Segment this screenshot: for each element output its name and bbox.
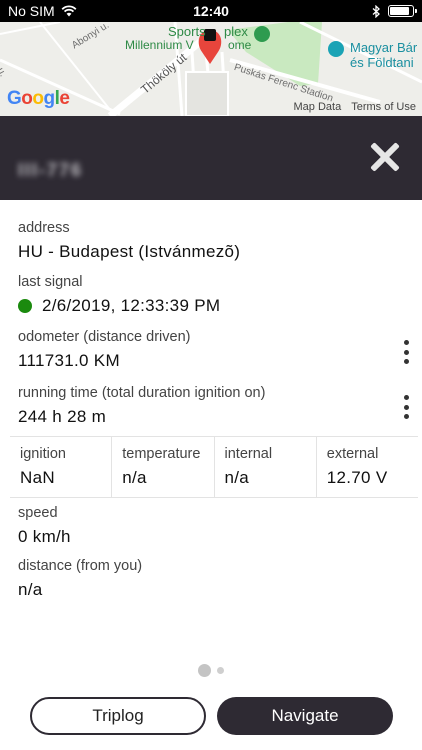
status-bar: No SIM 12:40 — [0, 0, 422, 22]
running-time-field: running time (total duration ignition on… — [18, 385, 412, 427]
external-cell: external 12.70 V — [315, 437, 418, 497]
speed-label: speed — [18, 505, 58, 521]
map-view[interactable]: Sports plex Millennium V ome Magyar Bár … — [0, 22, 422, 116]
distance-field: distance (from you) n/a — [18, 558, 412, 600]
page-indicator — [0, 664, 422, 677]
page-dot-active[interactable] — [198, 664, 211, 677]
map-label-millennium: Millennium V — [125, 38, 194, 52]
triplog-button[interactable]: Triplog — [30, 697, 206, 735]
navigate-button[interactable]: Navigate — [217, 697, 393, 735]
external-label: external — [326, 446, 379, 462]
distance-value: n/a — [18, 580, 43, 599]
running-time-label: running time (total duration ignition on… — [18, 385, 266, 401]
page-dot[interactable] — [217, 667, 224, 674]
ignition-cell: ignition NaN — [10, 437, 111, 497]
map-label-millennium-end: ome — [228, 38, 252, 52]
running-time-more-icon[interactable] — [402, 395, 410, 419]
sensor-grid: ignition NaN temperature n/a internal n/… — [10, 436, 418, 498]
odometer-value: 111731.0 KM — [18, 351, 120, 370]
running-time-value: 244 h 28 m — [18, 407, 107, 426]
close-icon[interactable] — [370, 142, 400, 172]
ignition-label: ignition — [20, 446, 66, 462]
signal-status-dot — [18, 299, 32, 313]
temperature-value: n/a — [122, 468, 147, 487]
bluetooth-icon — [372, 4, 380, 18]
external-value: 12.70 V — [326, 468, 388, 487]
ignition-value: NaN — [20, 468, 55, 487]
last-signal-value: 2/6/2019, 12:33:39 PM — [42, 296, 221, 315]
status-right — [372, 4, 417, 18]
status-left: No SIM — [8, 3, 77, 19]
last-signal-field: last signal 2/6/2019, 12:33:39 PM — [18, 274, 412, 316]
internal-label: internal — [224, 446, 273, 462]
map-label-foldtani: és Földtani — [350, 55, 414, 70]
map-label-magyar: Magyar Bár — [350, 40, 418, 55]
odometer-more-icon[interactable] — [402, 340, 410, 364]
battery-icon — [388, 5, 417, 17]
odometer-field: odometer (distance driven) 111731.0 KM — [18, 329, 412, 371]
terms-of-use-link[interactable]: Terms of Use — [351, 101, 416, 113]
google-logo: Google — [7, 88, 70, 109]
distance-label: distance (from you) — [18, 558, 143, 574]
carrier-label: No SIM — [8, 3, 55, 19]
wifi-icon — [61, 5, 77, 17]
vehicle-header: III-776 — [0, 116, 422, 200]
speed-value: 0 km/h — [18, 527, 71, 546]
last-signal-label: last signal — [18, 274, 83, 290]
address-field: address HU - Budapest (Istvánmezõ) — [18, 220, 412, 262]
map-label-complex: plex — [224, 24, 248, 39]
battery-level — [390, 7, 409, 15]
map-footer: Map Data Terms of Use — [294, 101, 417, 113]
license-plate: III-776 — [18, 160, 84, 180]
map-label-sports: Sports — [168, 24, 206, 39]
internal-cell: internal n/a — [213, 437, 316, 497]
odometer-label: odometer (distance driven) — [18, 329, 191, 345]
temperature-label: temperature — [122, 446, 201, 462]
address-label: address — [18, 220, 70, 236]
address-value: HU - Budapest (Istvánmezõ) — [18, 242, 241, 261]
last-signal-row: 2/6/2019, 12:33:39 PM — [18, 296, 412, 316]
speed-field: speed 0 km/h — [18, 505, 412, 547]
map-data-link[interactable]: Map Data — [294, 101, 342, 113]
internal-value: n/a — [224, 468, 250, 487]
temperature-cell: temperature n/a — [111, 437, 213, 497]
